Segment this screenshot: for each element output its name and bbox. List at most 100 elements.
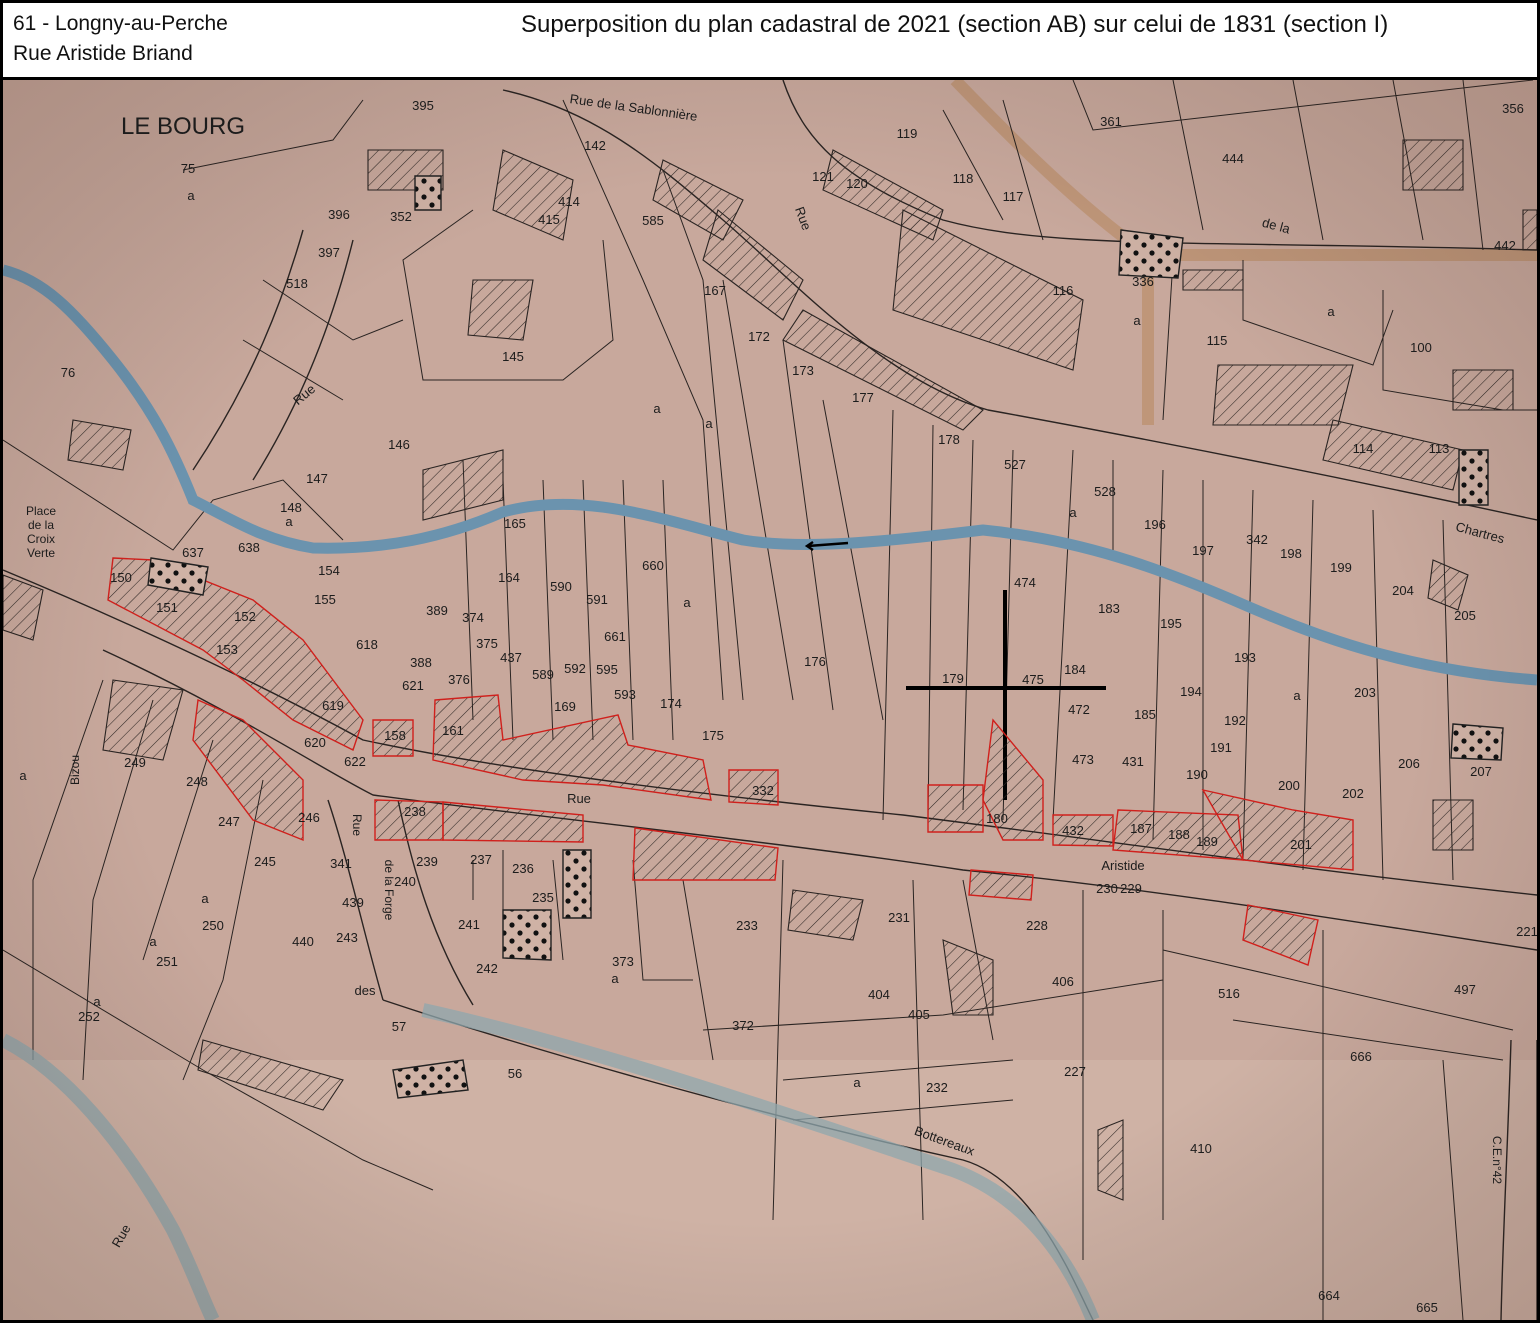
map-frame: 61 - Longny-au-Perche Rue Aristide Brian… [0, 0, 1540, 1323]
parcel-number: 199 [1330, 560, 1352, 575]
parcel-number: 592 [564, 661, 586, 676]
parcel-number: 618 [356, 637, 378, 652]
parcel-number: 183 [1098, 601, 1120, 616]
parcel-number: 161 [442, 723, 464, 738]
parcel-number: 410 [1190, 1141, 1212, 1156]
parcel-number: 192 [1224, 713, 1246, 728]
parcel-number: 174 [660, 696, 682, 711]
place-label-croix2: de la [28, 518, 54, 532]
parcel-number: 245 [254, 854, 276, 869]
commune-name: 61 - Longny-au-Perche [13, 12, 228, 35]
parcel-number: 154 [318, 563, 340, 578]
parcel-number: 153 [216, 642, 238, 657]
street-label-rue-forge: Rue [350, 814, 364, 836]
parcel-number: 336 [1132, 274, 1154, 289]
parcel-number: a [201, 891, 209, 906]
parcel-number: 146 [388, 437, 410, 452]
parcel-number: 396 [328, 207, 350, 222]
parcel-number: a [285, 514, 293, 529]
parcel-number: 175 [702, 728, 724, 743]
street-label-des: des [355, 983, 376, 998]
parcel-number: 176 [804, 654, 826, 669]
parcel-number: 232 [926, 1080, 948, 1095]
parcel-number: a [1293, 688, 1301, 703]
parcel-number: 150 [110, 570, 132, 585]
parcel-number: a [683, 595, 691, 610]
parcel-number: 207 [1470, 764, 1492, 779]
parcel-number: 621 [402, 678, 424, 693]
parcel-number: 247 [218, 814, 240, 829]
parcel-number: a [19, 768, 27, 783]
parcel-number: 204 [1392, 583, 1414, 598]
parcel-number: 619 [322, 698, 344, 713]
parcel-number: a [1069, 505, 1077, 520]
parcel-number: 190 [1186, 767, 1208, 782]
parcel-number: 622 [344, 754, 366, 769]
parcel-number: 444 [1222, 151, 1244, 166]
parcel-number: a [705, 416, 713, 431]
parcel-number: 179 [942, 671, 964, 686]
parcel-number: 405 [908, 1007, 930, 1022]
parcel-number: 404 [868, 987, 890, 1002]
parcel-number: 195 [1160, 616, 1182, 631]
parcel-number: 432 [1062, 823, 1084, 838]
parcel-number: 231 [888, 910, 910, 925]
parcel-number: 151 [156, 600, 178, 615]
cadastral-map[interactable]: 395 75 a 142 414 415 585 119 121 120 118 117 361 444 3… [3, 80, 1537, 1320]
street-label-rue-main: Rue [567, 791, 591, 806]
parcel-number: 205 [1454, 608, 1476, 623]
parcel-number: 193 [1234, 650, 1256, 665]
parcel-number: 56 [508, 1066, 522, 1081]
parcel-number: 113 [1429, 441, 1450, 456]
parcel-number: 251 [156, 954, 178, 969]
parcel-number: 431 [1122, 754, 1144, 769]
parcel-number: 241 [458, 917, 480, 932]
parcel-number: 117 [1003, 189, 1024, 204]
parcel-number: 100 [1410, 340, 1432, 355]
parcel-number: 119 [897, 126, 918, 141]
parcel-number: 178 [938, 432, 960, 447]
street-name: Rue Aristide Briand [13, 42, 193, 65]
parcel-number: 189 [1196, 834, 1218, 849]
parcel-number: 228 [1026, 918, 1048, 933]
parcel-number: a [853, 1075, 861, 1090]
parcel-number: 142 [584, 138, 606, 153]
parcel-number: 152 [234, 609, 256, 624]
parcel-number: 191 [1210, 740, 1232, 755]
parcel-number: 590 [550, 579, 572, 594]
parcel-number: 201 [1290, 837, 1312, 852]
parcel-number: 252 [78, 1009, 100, 1024]
parcel-number: 246 [298, 810, 320, 825]
parcel-number: 198 [1280, 546, 1302, 561]
parcel-number: 497 [1454, 982, 1476, 997]
parcel-number: 375 [476, 636, 498, 651]
parcel-number: 242 [476, 961, 498, 976]
street-label-ce42: C.E.n°42 [1490, 1136, 1504, 1184]
parcel-number: 148 [280, 500, 302, 515]
parcel-number: 121 [812, 169, 834, 184]
parcel-number: 374 [462, 610, 484, 625]
parcel-number: 115 [1207, 333, 1228, 348]
parcel-number: 76 [61, 365, 75, 380]
parcel-number: 120 [846, 176, 868, 191]
parcel-number: 376 [448, 672, 470, 687]
parcel-number: 406 [1052, 974, 1074, 989]
parcel-number: a [149, 934, 157, 949]
parcel-number: 342 [1246, 532, 1268, 547]
parcel-number: 475 [1022, 672, 1044, 687]
parcel-number: 439 [342, 895, 364, 910]
parcel-number: 589 [532, 667, 554, 682]
parcel-number: 414 [558, 194, 580, 209]
parcel-number: a [187, 188, 195, 203]
parcel-number: 165 [504, 516, 526, 531]
street-label-forge: de la Forge [382, 860, 396, 921]
parcel-number: 442 [1494, 238, 1516, 253]
parcel-number: 388 [410, 655, 432, 670]
parcel-number: 664 [1318, 1288, 1340, 1303]
parcel-number: 230 [1096, 881, 1118, 896]
parcel-number: 180 [986, 811, 1008, 826]
parcel-number: 395 [412, 98, 434, 113]
parcel-number: 116 [1053, 283, 1074, 298]
parcel-number: a [611, 971, 619, 986]
parcel-number: 240 [394, 874, 416, 889]
